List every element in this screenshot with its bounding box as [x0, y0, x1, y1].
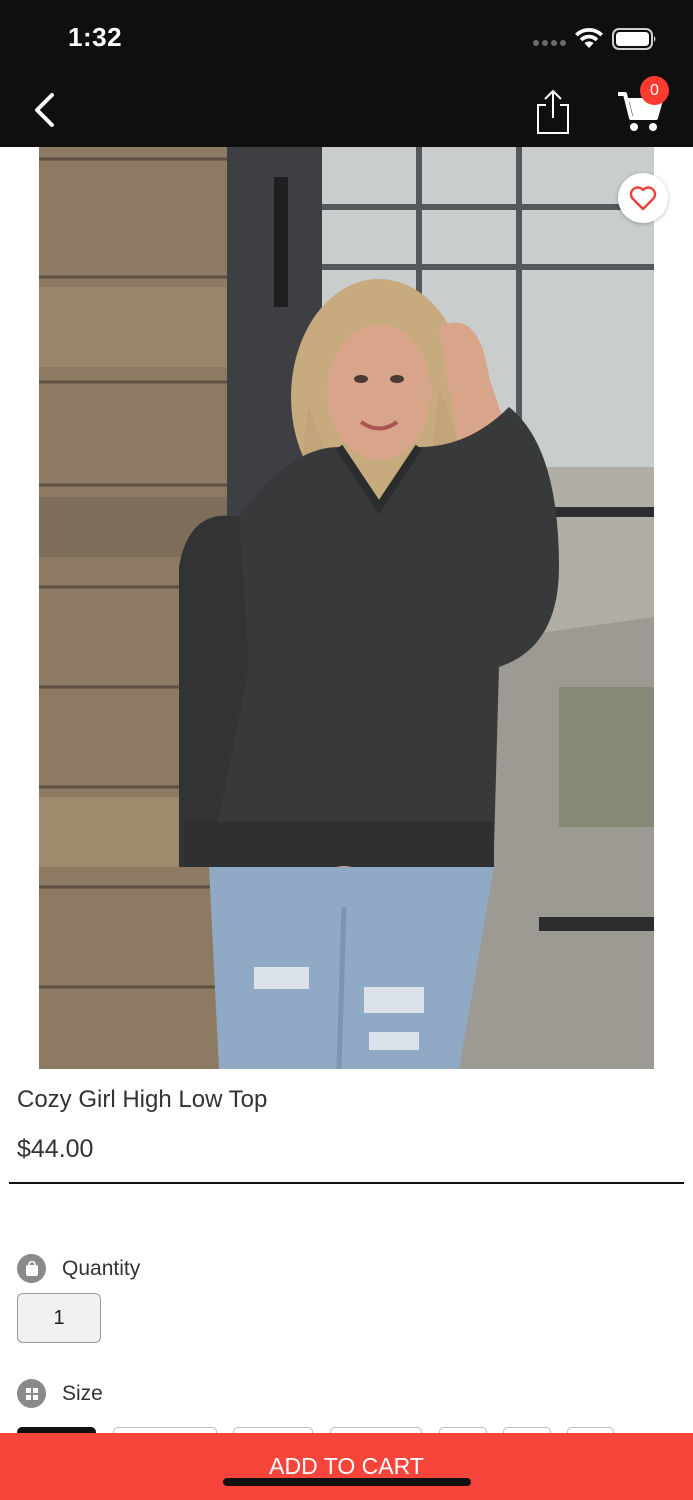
product-price: $44.00 — [17, 1135, 94, 1163]
chevron-left-icon — [35, 93, 54, 127]
share-icon[interactable] — [532, 88, 574, 136]
signal-dots-icon — [533, 40, 566, 46]
top-bar: 1:32 0 — [0, 0, 693, 147]
product-image[interactable] — [39, 147, 654, 1069]
status-time: 1:32 — [68, 22, 123, 52]
add-to-cart-button[interactable]: ADD TO CART — [0, 1433, 693, 1500]
bag-icon — [17, 1254, 46, 1283]
quantity-label: Quantity — [62, 1257, 141, 1280]
size-label: Size — [62, 1382, 103, 1405]
home-indicator — [223, 1478, 471, 1486]
cart-count-badge: 0 — [640, 76, 669, 105]
favorite-button[interactable] — [618, 173, 668, 223]
wifi-icon — [575, 28, 603, 48]
quantity-input[interactable]: 1 — [17, 1293, 101, 1343]
heart-icon — [629, 186, 657, 211]
battery-icon — [612, 28, 656, 50]
divider — [9, 1182, 684, 1184]
add-to-cart-label: ADD TO CART — [269, 1453, 424, 1479]
back-button[interactable] — [22, 88, 66, 132]
grid-icon — [17, 1379, 46, 1408]
product-title: Cozy Girl High Low Top — [17, 1086, 268, 1113]
